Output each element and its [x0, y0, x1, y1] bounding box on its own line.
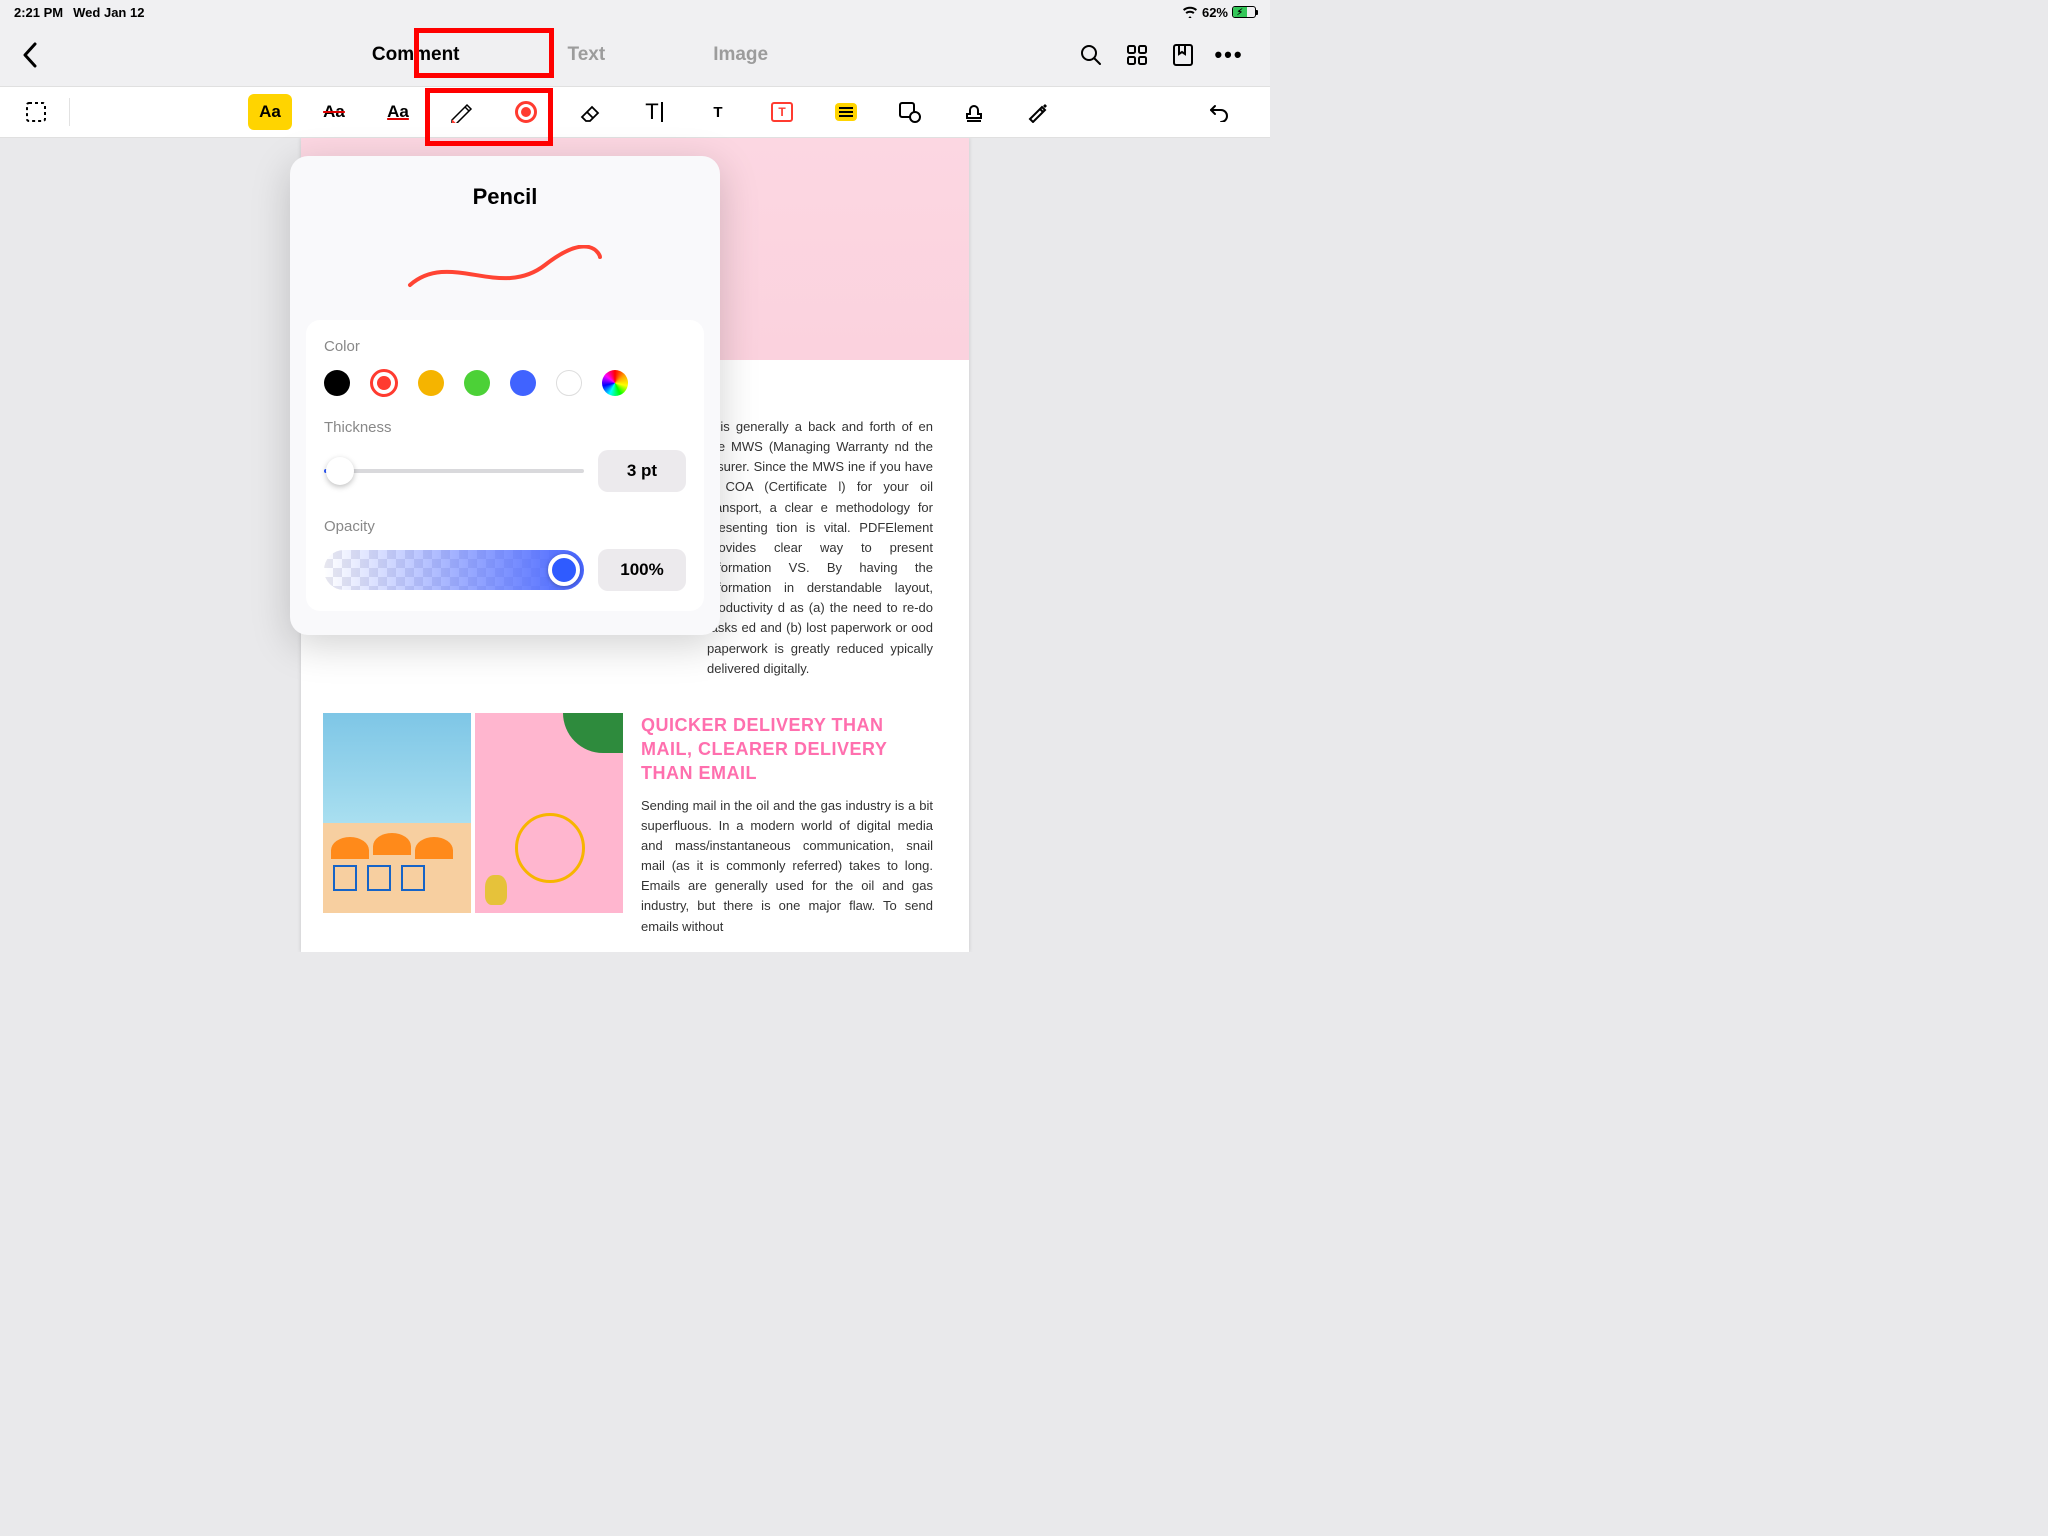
color-swatches — [324, 369, 686, 397]
text-cursor-tool[interactable]: T — [632, 94, 676, 130]
status-time: 2:21 PM — [14, 5, 63, 20]
tab-text[interactable]: Text — [564, 36, 610, 74]
search-icon[interactable] — [1080, 44, 1102, 66]
status-date: Wed Jan 12 — [73, 5, 144, 20]
text-small-tool[interactable]: T — [696, 94, 740, 130]
battery-percent: 62% — [1202, 5, 1228, 20]
strikethrough-tool[interactable]: Aa — [312, 94, 356, 130]
opacity-value: 100% — [598, 549, 686, 591]
doc-image-row — [323, 713, 623, 937]
doc-heading-2: QUICKER DELIVERY THAN MAIL, CLEARER DELI… — [641, 713, 933, 786]
doc-image-beach — [323, 713, 471, 913]
swatch-black[interactable] — [324, 370, 350, 396]
popover-title: Pencil — [290, 156, 720, 230]
signature-tool[interactable] — [1016, 94, 1060, 130]
swatch-red-selected[interactable] — [370, 369, 398, 397]
thickness-slider[interactable] — [324, 469, 584, 473]
pencil-color-tool[interactable] — [504, 94, 548, 130]
swatch-green[interactable] — [464, 370, 490, 396]
undo-button[interactable] — [1196, 94, 1240, 130]
sticky-note-tool[interactable] — [824, 94, 868, 130]
tab-comment[interactable]: Comment — [368, 36, 464, 74]
wifi-icon — [1182, 6, 1198, 18]
swatch-blue[interactable] — [510, 370, 536, 396]
thickness-value: 3 pt — [598, 450, 686, 492]
opacity-slider[interactable] — [324, 550, 584, 590]
area-select-tool[interactable] — [14, 94, 58, 130]
swatch-yellow[interactable] — [418, 370, 444, 396]
battery-icon: ⚡︎ — [1232, 6, 1256, 18]
annotation-toolbar: Aa Aa Aa T T T — [0, 86, 1270, 138]
pencil-tool[interactable] — [440, 94, 484, 130]
shape-tool[interactable] — [888, 94, 932, 130]
doc-paragraph-2: Sending mail in the oil and the gas indu… — [641, 796, 933, 937]
bookmark-panel-icon[interactable] — [1172, 44, 1194, 66]
eraser-tool[interactable] — [568, 94, 612, 130]
stamp-tool[interactable] — [952, 94, 996, 130]
color-label: Color — [324, 338, 686, 355]
underline-tool[interactable]: Aa — [376, 94, 420, 130]
tab-image[interactable]: Image — [709, 36, 772, 74]
pencil-preview-stroke — [290, 230, 720, 310]
highlight-tool[interactable]: Aa — [248, 94, 292, 130]
swatch-white[interactable] — [556, 370, 582, 396]
opacity-label: Opacity — [324, 518, 686, 535]
more-icon[interactable]: ••• — [1218, 44, 1240, 66]
thickness-slider-thumb[interactable] — [326, 457, 354, 485]
textbox-tool[interactable]: T — [760, 94, 804, 130]
sticky-note-icon — [835, 103, 857, 121]
status-bar: 2:21 PM Wed Jan 12 62% ⚡︎ — [0, 0, 1270, 24]
grid-icon[interactable] — [1126, 44, 1148, 66]
opacity-slider-thumb[interactable] — [548, 554, 580, 586]
pencil-popover: Pencil Color Thickness 3 pt Opacity — [290, 156, 720, 635]
back-button[interactable] — [0, 42, 60, 68]
thickness-label: Thickness — [324, 419, 686, 436]
swatch-custom-color[interactable] — [602, 370, 628, 396]
color-indicator-icon — [515, 101, 537, 123]
app-header: Comment Text Image ••• — [0, 24, 1270, 86]
doc-image-chair — [475, 713, 623, 913]
